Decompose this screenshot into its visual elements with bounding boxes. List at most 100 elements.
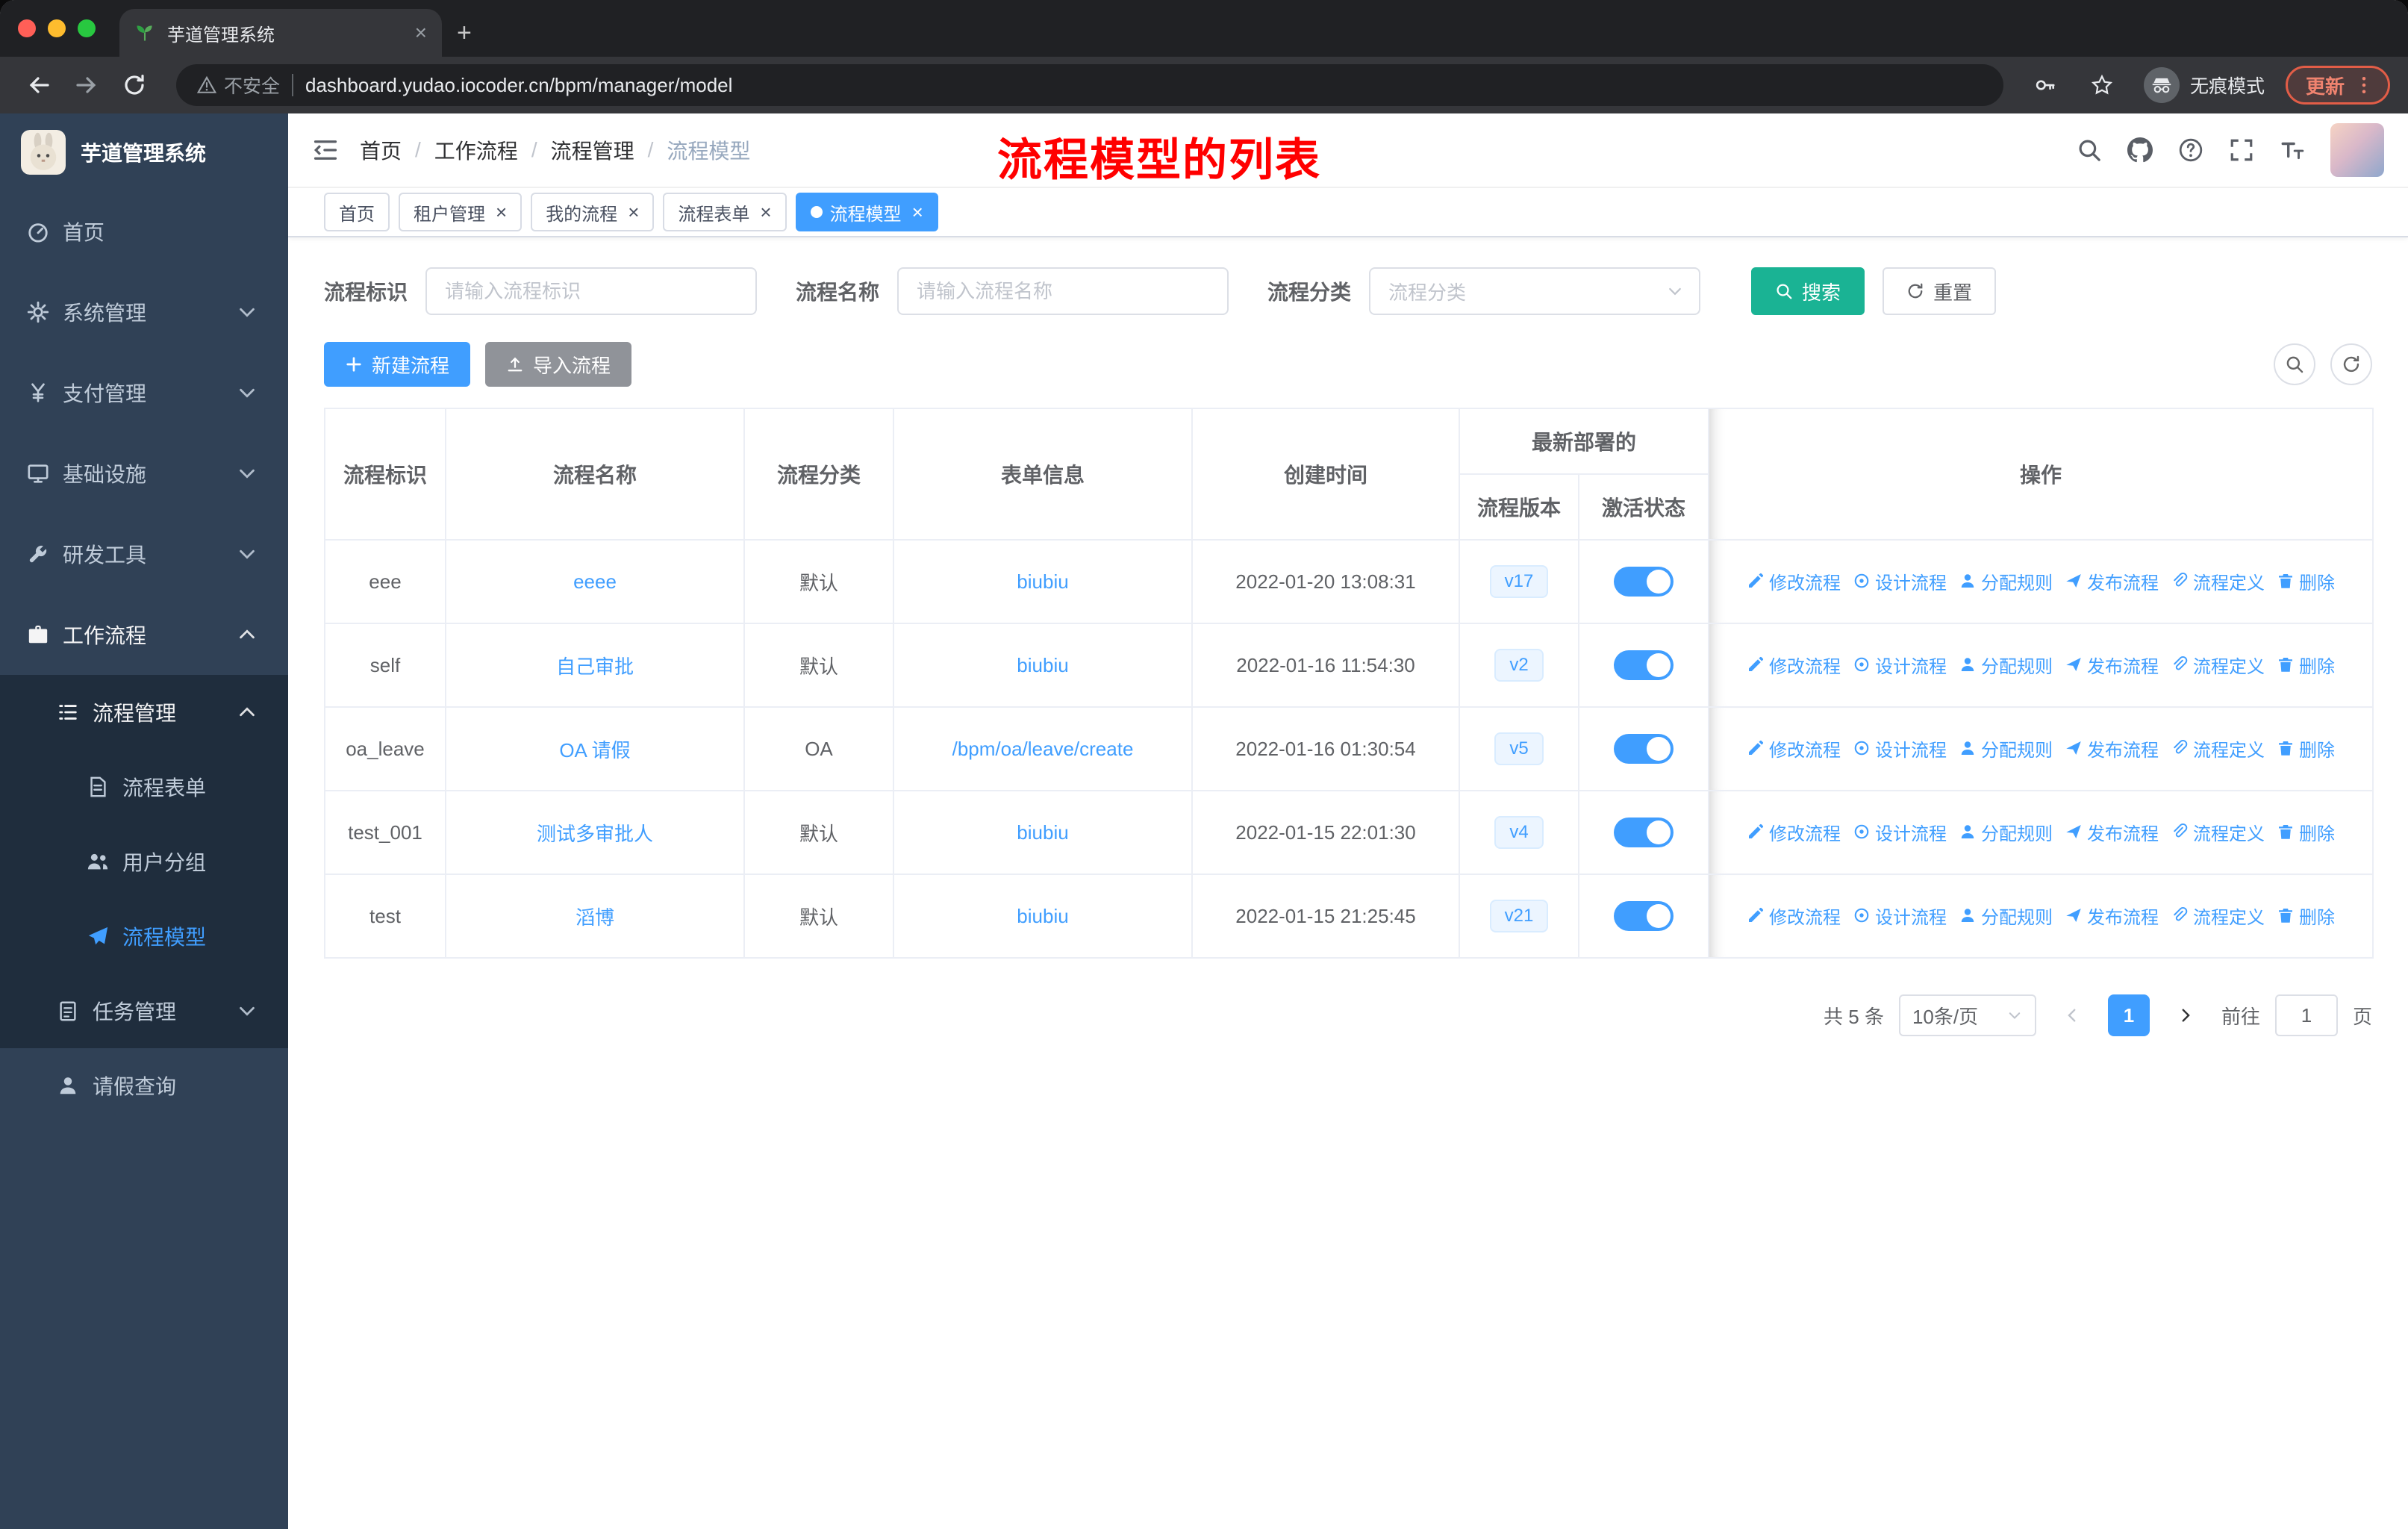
- form-info-link[interactable]: biubiu: [1017, 654, 1068, 676]
- row-action-delete[interactable]: 删除: [2277, 735, 2335, 762]
- row-action-definition[interactable]: 流程定义: [2171, 568, 2265, 594]
- process-name-link[interactable]: eeee: [573, 570, 617, 593]
- breadcrumb-item[interactable]: 工作流程: [434, 135, 518, 165]
- row-action-assign[interactable]: 分配规则: [1959, 735, 2053, 762]
- row-action-publish[interactable]: 发布流程: [2065, 652, 2159, 678]
- active-toggle[interactable]: [1614, 650, 1674, 680]
- row-action-assign[interactable]: 分配规则: [1959, 568, 2053, 594]
- sidebar-item-dev-tools[interactable]: 研发工具: [0, 514, 288, 594]
- active-toggle[interactable]: [1614, 818, 1674, 847]
- page-number-button[interactable]: 1: [2107, 994, 2150, 1036]
- tag-首页[interactable]: 首页: [324, 193, 390, 231]
- sidebar-item-process-model[interactable]: 流程模型: [0, 899, 288, 974]
- tag-租户管理[interactable]: 租户管理 ×: [399, 193, 523, 231]
- process-name-link[interactable]: 自己审批: [556, 655, 634, 678]
- active-toggle[interactable]: [1614, 734, 1674, 764]
- back-button[interactable]: [18, 64, 60, 106]
- row-action-delete[interactable]: 删除: [2277, 903, 2335, 929]
- prev-page-button[interactable]: [2051, 994, 2093, 1036]
- row-action-assign[interactable]: 分配规则: [1959, 819, 2053, 845]
- row-action-design[interactable]: 设计流程: [1853, 568, 1947, 594]
- sidebar-item-home[interactable]: 首页: [0, 191, 288, 272]
- search-icon[interactable]: [2077, 137, 2102, 163]
- close-tab-icon[interactable]: ×: [415, 22, 427, 43]
- new-tab-button[interactable]: +: [457, 19, 472, 48]
- browser-tab[interactable]: 芋道管理系统 ×: [119, 9, 442, 57]
- password-key-button[interactable]: [2024, 64, 2066, 106]
- row-action-design[interactable]: 设计流程: [1853, 903, 1947, 929]
- category-select[interactable]: 流程分类: [1369, 267, 1701, 315]
- form-info-link[interactable]: biubiu: [1017, 905, 1068, 927]
- github-icon[interactable]: [2127, 137, 2153, 163]
- create-process-button[interactable]: 新建流程: [324, 342, 471, 387]
- row-action-edit[interactable]: 修改流程: [1747, 819, 1841, 845]
- breadcrumb-item[interactable]: 首页: [360, 135, 402, 165]
- active-toggle[interactable]: [1614, 901, 1674, 931]
- close-icon[interactable]: ×: [628, 202, 639, 222]
- sidebar-item-task-mgmt[interactable]: 任务管理: [0, 974, 288, 1048]
- sidebar-item-workflow[interactable]: 工作流程: [0, 594, 288, 675]
- active-toggle[interactable]: [1614, 567, 1674, 597]
- row-action-edit[interactable]: 修改流程: [1747, 652, 1841, 678]
- sidebar-logo[interactable]: 芋道管理系统: [0, 113, 288, 191]
- refresh-table-button[interactable]: [2330, 343, 2372, 385]
- close-window-button[interactable]: [18, 19, 36, 37]
- row-action-definition[interactable]: 流程定义: [2171, 652, 2265, 678]
- form-info-link[interactable]: biubiu: [1017, 821, 1068, 844]
- page-size-select[interactable]: 10条/页: [1898, 994, 2036, 1036]
- row-action-assign[interactable]: 分配规则: [1959, 652, 2053, 678]
- sidebar-item-user-group[interactable]: 用户分组: [0, 824, 288, 899]
- sidebar-item-payment[interactable]: 支付管理: [0, 352, 288, 433]
- row-action-design[interactable]: 设计流程: [1853, 652, 1947, 678]
- form-info-link[interactable]: /bpm/oa/leave/create: [952, 738, 1134, 760]
- dots-vertical-icon[interactable]: [2354, 75, 2374, 96]
- row-action-definition[interactable]: 流程定义: [2171, 735, 2265, 762]
- row-action-delete[interactable]: 删除: [2277, 568, 2335, 594]
- close-icon[interactable]: ×: [912, 202, 923, 222]
- search-button[interactable]: 搜索: [1751, 267, 1865, 315]
- row-action-delete[interactable]: 删除: [2277, 819, 2335, 845]
- sidebar-item-process-form[interactable]: 流程表单: [0, 750, 288, 824]
- toggle-search-button[interactable]: [2274, 343, 2315, 385]
- row-action-edit[interactable]: 修改流程: [1747, 568, 1841, 594]
- row-action-delete[interactable]: 删除: [2277, 652, 2335, 678]
- row-action-assign[interactable]: 分配规则: [1959, 903, 2053, 929]
- reset-button[interactable]: 重置: [1883, 267, 1997, 315]
- row-action-publish[interactable]: 发布流程: [2065, 735, 2159, 762]
- row-action-edit[interactable]: 修改流程: [1747, 735, 1841, 762]
- fullscreen-icon[interactable]: [2229, 137, 2254, 163]
- process-key-input[interactable]: [425, 267, 758, 315]
- next-page-button[interactable]: [2165, 994, 2206, 1036]
- row-action-edit[interactable]: 修改流程: [1747, 903, 1841, 929]
- browser-update-button[interactable]: 更新: [2285, 66, 2390, 105]
- security-indicator[interactable]: 不安全: [197, 72, 280, 99]
- sidebar-item-infrastructure[interactable]: 基础设施: [0, 433, 288, 514]
- row-action-definition[interactable]: 流程定义: [2171, 819, 2265, 845]
- process-name-link[interactable]: 滔博: [576, 906, 614, 929]
- goto-page-input[interactable]: [2274, 994, 2338, 1036]
- row-action-design[interactable]: 设计流程: [1853, 735, 1947, 762]
- sidebar-item-system[interactable]: 系统管理: [0, 272, 288, 352]
- bookmark-star-button[interactable]: [2081, 64, 2123, 106]
- tag-流程表单[interactable]: 流程表单 ×: [663, 193, 787, 231]
- close-icon[interactable]: ×: [760, 202, 771, 222]
- process-name-link[interactable]: 测试多审批人: [537, 823, 653, 845]
- reload-button[interactable]: [113, 64, 155, 106]
- breadcrumb-item[interactable]: 流程管理: [551, 135, 634, 165]
- user-avatar[interactable]: [2330, 123, 2384, 177]
- tag-我的流程[interactable]: 我的流程 ×: [531, 193, 655, 231]
- row-action-publish[interactable]: 发布流程: [2065, 903, 2159, 929]
- row-action-design[interactable]: 设计流程: [1853, 819, 1947, 845]
- process-name-input[interactable]: [897, 267, 1229, 315]
- row-action-publish[interactable]: 发布流程: [2065, 568, 2159, 594]
- question-icon[interactable]: [2178, 137, 2203, 163]
- form-info-link[interactable]: biubiu: [1017, 570, 1068, 593]
- tag-流程模型[interactable]: 流程模型 ×: [795, 193, 938, 231]
- minimize-window-button[interactable]: [48, 19, 66, 37]
- row-action-publish[interactable]: 发布流程: [2065, 819, 2159, 845]
- sidebar-item-process-mgmt[interactable]: 流程管理: [0, 675, 288, 750]
- font-size-icon[interactable]: [2280, 137, 2305, 163]
- import-process-button[interactable]: 导入流程: [485, 342, 632, 387]
- process-name-link[interactable]: OA 请假: [559, 739, 630, 762]
- close-icon[interactable]: ×: [496, 202, 507, 222]
